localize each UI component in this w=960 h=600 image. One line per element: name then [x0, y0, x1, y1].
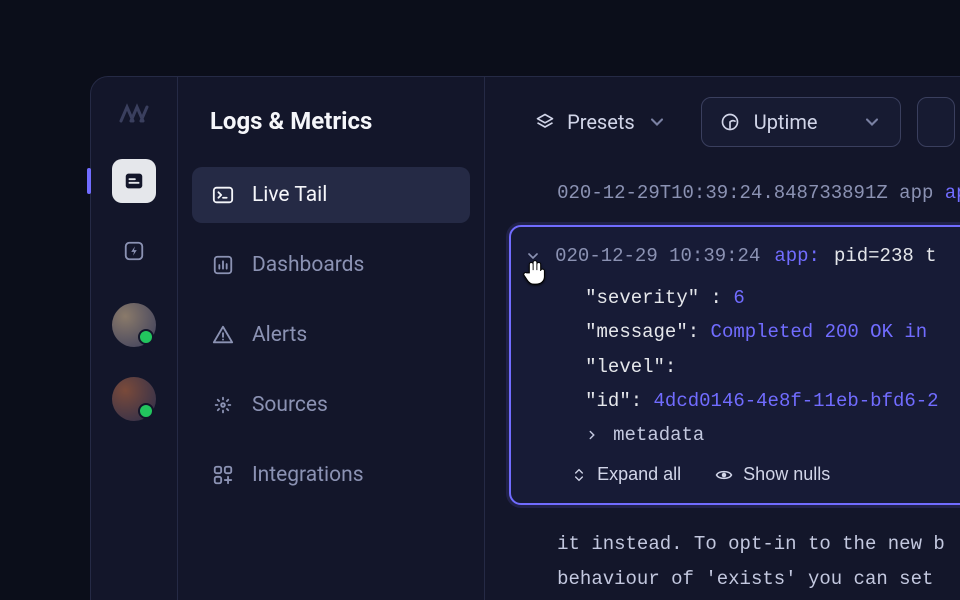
trailing-log-text: it instead. To opt-in to the new b behav… — [517, 505, 960, 597]
nav-label: Dashboards — [252, 253, 364, 277]
eye-icon — [715, 466, 733, 484]
log-field-message: "message": Completed 200 OK in — [525, 315, 960, 349]
layers-icon — [535, 112, 555, 132]
app-window: Logs & Metrics Live Tail Dashboards Aler… — [90, 76, 960, 600]
chart-icon — [212, 254, 234, 276]
terminal-icon — [212, 184, 234, 206]
log-card-actions: Expand all Show nulls — [525, 446, 960, 485]
show-nulls-button[interactable]: Show nulls — [715, 464, 830, 485]
main-panel: Presets Uptime 020-12-29T10:39:24.848733… — [485, 77, 960, 600]
log-field-severity: "severity" : 6 — [525, 281, 960, 315]
nav-integrations[interactable]: Integrations — [192, 447, 470, 503]
sidebar: Logs & Metrics Live Tail Dashboards Aler… — [178, 77, 485, 600]
nav-label: Sources — [252, 393, 328, 417]
log-field-level: "level": — [525, 350, 960, 384]
presets-dropdown[interactable]: Presets — [517, 97, 685, 147]
nav-alerts[interactable]: Alerts — [192, 307, 470, 363]
toolbar: Presets Uptime — [517, 97, 960, 147]
nav-label: Alerts — [252, 323, 307, 347]
log-entry-header[interactable]: 020-12-29 10:39:24 app: pid=238 t — [525, 245, 960, 267]
sources-icon — [212, 394, 234, 416]
log-field-id: "id": 4dcd0146-4e8f-11eb-bfd6-2 — [525, 384, 960, 418]
integrations-icon — [212, 464, 234, 486]
expanded-log-entry[interactable]: 020-12-29 10:39:24 app: pid=238 t "sever… — [509, 225, 960, 505]
nav-dashboards[interactable]: Dashboards — [192, 237, 470, 293]
metadata-label: metadata — [613, 424, 704, 446]
alert-triangle-icon — [212, 324, 234, 346]
log-timestamp: 020-12-29 10:39:24 — [555, 245, 760, 267]
chevron-down-icon — [862, 112, 882, 132]
expand-all-button[interactable]: Expand all — [571, 464, 681, 485]
avatar-user-1[interactable] — [112, 303, 156, 347]
chevron-right-icon — [585, 428, 599, 442]
log-metadata-toggle[interactable]: metadata — [525, 424, 960, 446]
nav-label: Live Tail — [252, 183, 327, 207]
section-title: Logs & Metrics — [210, 107, 470, 135]
cloud-provider-icon — [720, 112, 740, 132]
log-tail: pid=238 t — [834, 245, 937, 267]
chevron-down-icon — [647, 112, 667, 132]
more-dropdown[interactable] — [917, 97, 955, 147]
previous-log-line: 020-12-29T10:39:24.848733891Z app app — [517, 175, 960, 211]
cursor-hand-icon — [520, 256, 550, 286]
nav-live-tail[interactable]: Live Tail — [192, 167, 470, 223]
rail-power-icon[interactable] — [112, 229, 156, 273]
brand-logo — [119, 103, 149, 123]
uptime-label: Uptime — [754, 110, 818, 134]
log-app-tag: app: — [774, 245, 820, 267]
nav-label: Integrations — [252, 463, 364, 487]
nav-sources[interactable]: Sources — [192, 377, 470, 433]
avatar-user-2[interactable] — [112, 377, 156, 421]
presets-label: Presets — [567, 110, 635, 134]
expand-icon — [571, 467, 587, 483]
rail-logs-icon[interactable] — [112, 159, 156, 203]
uptime-dropdown[interactable]: Uptime — [701, 97, 901, 147]
icon-rail — [91, 77, 178, 600]
